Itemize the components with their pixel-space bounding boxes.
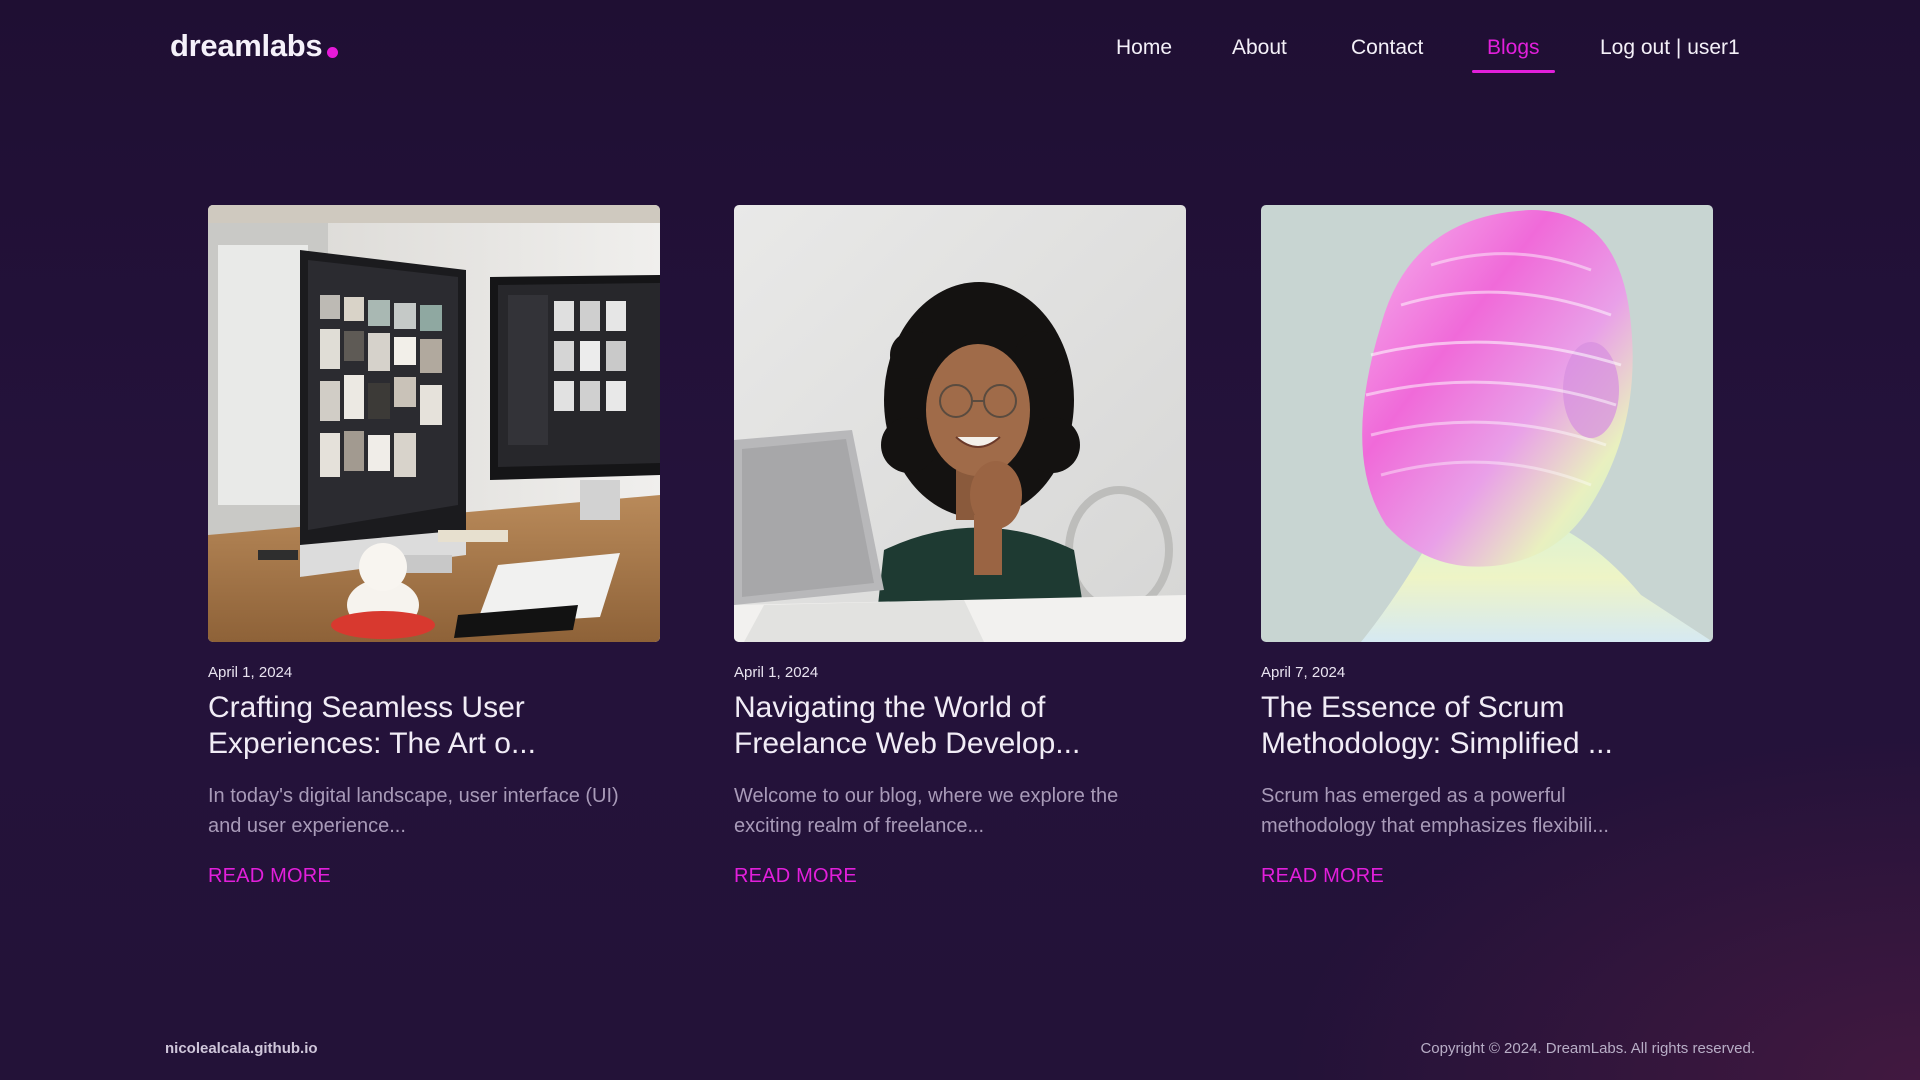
post-date: April 1, 2024 [734,664,819,681]
post-title[interactable]: Navigating the World of Freelance Web De… [734,690,1174,762]
post-title[interactable]: The Essence of Scrum Methodology: Simpli… [1261,690,1701,762]
desk-monitors-photo[interactable] [208,205,660,642]
nav-home[interactable]: Home [1116,36,1172,60]
active-nav-indicator [1472,70,1555,73]
blog-card: April 1, 2024 Navigating the World of Fr… [734,205,1186,888]
nav-blogs[interactable]: Blogs [1472,36,1555,73]
post-date: April 1, 2024 [208,664,293,681]
woman-laptop-photo[interactable] [734,205,1186,642]
nav-logout[interactable]: Log out | user1 [1600,36,1740,60]
post-title[interactable]: Crafting Seamless User Experiences: The … [208,690,648,762]
read-more-link[interactable]: READ MORE [734,865,857,888]
nav-contact[interactable]: Contact [1351,36,1423,60]
read-more-link[interactable]: READ MORE [1261,865,1384,888]
nav-about[interactable]: About [1232,36,1287,60]
blog-card: April 7, 2024 The Essence of Scrum Metho… [1261,205,1713,888]
site-header: dreamlabs Home About Contact Blogs Log o… [0,0,1920,100]
footer-copyright: Copyright © 2024. DreamLabs. All rights … [1420,1040,1755,1057]
footer-site-link[interactable]: nicolealcala.github.io [165,1040,318,1057]
nav-blogs-label: Blogs [1487,36,1540,59]
main-nav: Home About Contact Blogs Log out | user1 [0,36,1920,76]
post-date: April 7, 2024 [1261,664,1346,681]
blog-card: April 1, 2024 Crafting Seamless User Exp… [208,205,660,888]
post-excerpt: Welcome to our blog, where we explore th… [734,785,1119,837]
post-excerpt: Scrum has emerged as a powerful methodol… [1261,785,1609,837]
read-more-link[interactable]: READ MORE [208,865,331,888]
post-excerpt: In today's digital landscape, user inter… [208,785,619,837]
holographic-head-render[interactable] [1261,205,1713,642]
